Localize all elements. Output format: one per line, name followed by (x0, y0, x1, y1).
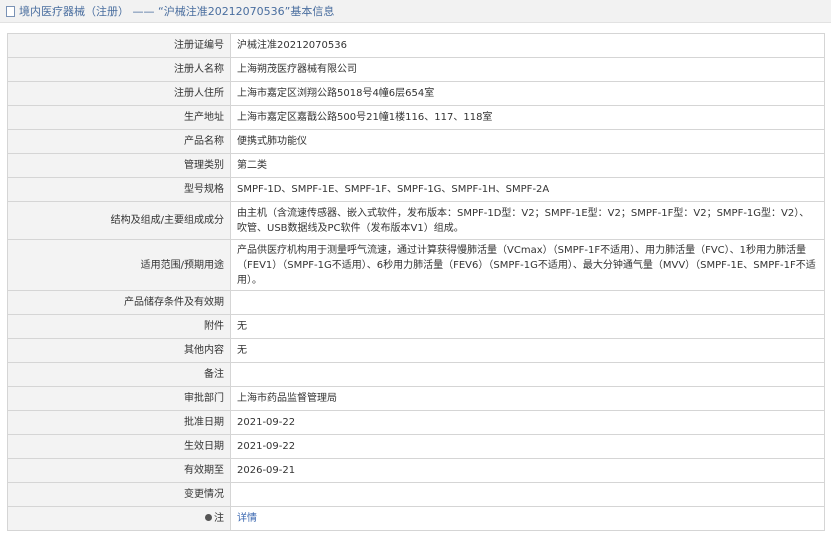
document-icon (6, 5, 15, 17)
row-label: 生产地址 (7, 105, 231, 130)
table-row: 管理类别 第二类 (7, 153, 825, 178)
row-value: SMPF-1D、SMPF-1E、SMPF-1F、SMPF-1G、SMPF-1H、… (230, 177, 825, 202)
note-row: 注 详情 (7, 506, 825, 531)
row-value: 2021-09-22 (230, 434, 825, 459)
row-label: 产品名称 (7, 129, 231, 154)
row-label: 适用范围/预期用途 (7, 239, 231, 291)
row-label: 其他内容 (7, 338, 231, 363)
row-value: 上海市嘉定区浏翔公路5018号4幢6层654室 (230, 81, 825, 106)
page-title: 境内医疗器械（注册） —— “沪械注准20212070536”基本信息 (19, 5, 335, 18)
note-label: 注 (214, 513, 224, 524)
note-icon (205, 514, 212, 521)
table-row: 其他内容 无 (7, 338, 825, 363)
table-row: 变更情况 (7, 482, 825, 507)
row-value: 无 (230, 314, 825, 339)
row-label: 注册人名称 (7, 57, 231, 82)
note-value-cell: 详情 (230, 506, 825, 531)
info-table: 注册证编号 沪械注准20212070536 注册人名称 上海朔茂医疗器械有限公司… (7, 33, 825, 531)
row-label: 附件 (7, 314, 231, 339)
row-value (230, 362, 825, 387)
table-row: 结构及组成/主要组成成分 由主机（含流速传感器、嵌入式软件，发布版本：SMPF-… (7, 201, 825, 240)
row-value: 沪械注准20212070536 (230, 33, 825, 58)
row-value: 第二类 (230, 153, 825, 178)
row-value: 由主机（含流速传感器、嵌入式软件，发布版本：SMPF-1D型：V2；SMPF-1… (230, 201, 825, 240)
note-label-cell: 注 (7, 506, 231, 531)
row-label: 审批部门 (7, 386, 231, 411)
page-header: 境内医疗器械（注册） —— “沪械注准20212070536”基本信息 (0, 0, 831, 23)
row-value: 便携式肺功能仪 (230, 129, 825, 154)
row-label: 结构及组成/主要组成成分 (7, 201, 231, 240)
table-row: 批准日期 2021-09-22 (7, 410, 825, 435)
table-row: 附件 无 (7, 314, 825, 339)
row-value: 上海朔茂医疗器械有限公司 (230, 57, 825, 82)
table-row: 有效期至 2026-09-21 (7, 458, 825, 483)
table-row: 生产地址 上海市嘉定区嘉戬公路500号21幢1楼116、117、118室 (7, 105, 825, 130)
table-row: 审批部门 上海市药品监督管理局 (7, 386, 825, 411)
row-label: 备注 (7, 362, 231, 387)
row-label: 注册人住所 (7, 81, 231, 106)
detail-link[interactable]: 详情 (237, 513, 257, 524)
row-value (230, 482, 825, 507)
row-value: 产品供医疗机构用于测量呼气流速，通过计算获得慢肺活量（VCmax）（SMPF-1… (230, 239, 825, 291)
row-value: 上海市嘉定区嘉戬公路500号21幢1楼116、117、118室 (230, 105, 825, 130)
row-label: 有效期至 (7, 458, 231, 483)
table-row: 注册证编号 沪械注准20212070536 (7, 33, 825, 58)
row-value: 2026-09-21 (230, 458, 825, 483)
table-row: 注册人住所 上海市嘉定区浏翔公路5018号4幢6层654室 (7, 81, 825, 106)
row-label: 生效日期 (7, 434, 231, 459)
row-label: 变更情况 (7, 482, 231, 507)
table-row: 备注 (7, 362, 825, 387)
row-label: 管理类别 (7, 153, 231, 178)
info-table-container: 注册证编号 沪械注准20212070536 注册人名称 上海朔茂医疗器械有限公司… (7, 33, 825, 531)
row-label: 产品储存条件及有效期 (7, 290, 231, 315)
table-row: 产品储存条件及有效期 (7, 290, 825, 315)
table-row: 产品名称 便携式肺功能仪 (7, 129, 825, 154)
table-row: 生效日期 2021-09-22 (7, 434, 825, 459)
row-value: 上海市药品监督管理局 (230, 386, 825, 411)
row-value: 无 (230, 338, 825, 363)
row-label: 注册证编号 (7, 33, 231, 58)
table-row: 注册人名称 上海朔茂医疗器械有限公司 (7, 57, 825, 82)
table-row: 适用范围/预期用途 产品供医疗机构用于测量呼气流速，通过计算获得慢肺活量（VCm… (7, 239, 825, 291)
row-label: 批准日期 (7, 410, 231, 435)
row-value (230, 290, 825, 315)
table-row: 型号规格 SMPF-1D、SMPF-1E、SMPF-1F、SMPF-1G、SMP… (7, 177, 825, 202)
row-label: 型号规格 (7, 177, 231, 202)
row-value: 2021-09-22 (230, 410, 825, 435)
